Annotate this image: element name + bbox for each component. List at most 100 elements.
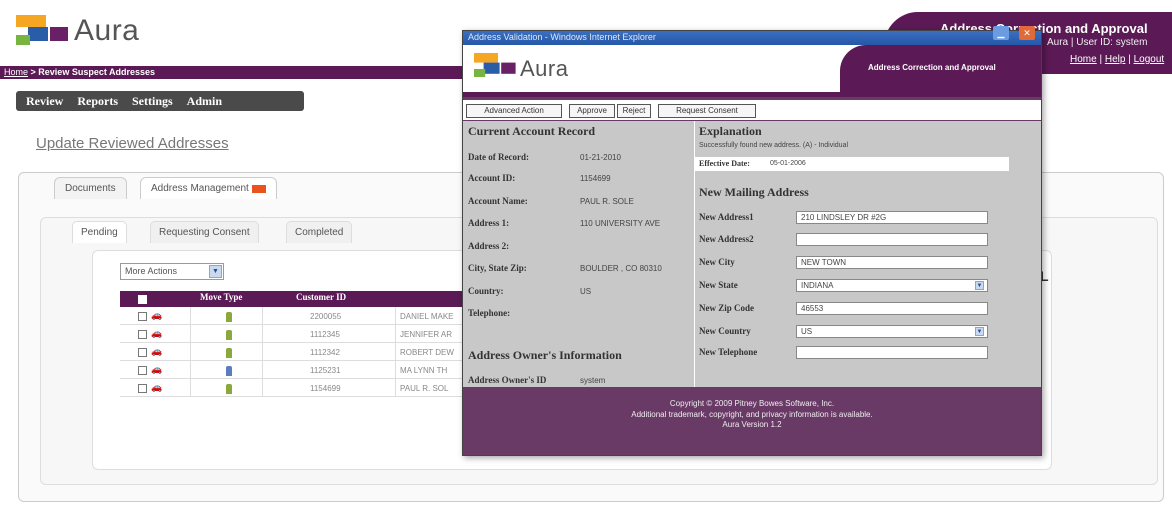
new-badge-icon bbox=[251, 184, 266, 193]
new-field-input[interactable] bbox=[796, 346, 988, 359]
col-customer-id: Customer ID bbox=[296, 292, 347, 302]
select-all-checkbox[interactable] bbox=[138, 295, 147, 304]
footer-line: Copyright © 2009 Pitney Bowes Software, … bbox=[669, 399, 835, 408]
current-field-value: 110 UNIVERSITY AVE bbox=[580, 219, 661, 228]
logo-text: Aura bbox=[74, 14, 140, 47]
logout-link[interactable]: Logout bbox=[1134, 54, 1165, 65]
document-icon bbox=[226, 366, 232, 376]
approve-button[interactable]: Approve bbox=[569, 104, 615, 118]
advanced-action-button[interactable]: Advanced Action bbox=[466, 104, 562, 118]
grid-header bbox=[120, 291, 468, 307]
customer-id-cell: 2200055 bbox=[310, 312, 342, 321]
new-field-input[interactable] bbox=[796, 233, 988, 246]
person-icon bbox=[226, 312, 232, 322]
new-field-label: New Address1 bbox=[699, 212, 754, 222]
page-title: Update Reviewed Addresses bbox=[36, 135, 229, 152]
car-icon: 🚗 bbox=[151, 382, 163, 392]
new-field-select[interactable]: US bbox=[796, 325, 988, 338]
nav-reports[interactable]: Reports bbox=[77, 94, 118, 109]
new-field-input[interactable]: 46553 bbox=[796, 302, 988, 315]
tab-documents[interactable]: Documents bbox=[54, 177, 127, 199]
owner-id-label: Address Owner's ID bbox=[468, 375, 547, 385]
new-field-label: New Telephone bbox=[699, 347, 758, 357]
chevron-down-icon: ▼ bbox=[209, 265, 222, 278]
footer-line: Additional trademark, copyright, and pri… bbox=[631, 410, 873, 419]
chevron-down-icon: ▼ bbox=[975, 327, 984, 336]
customer-id-cell: 1154699 bbox=[310, 384, 341, 393]
user-info: Aura | User ID: system bbox=[1047, 37, 1148, 48]
footer-line: Aura Version 1.2 bbox=[722, 420, 782, 429]
subtab-pending[interactable]: Pending bbox=[72, 221, 127, 243]
popup-aura-logo: Aura bbox=[474, 53, 568, 85]
car-icon: 🚗 bbox=[151, 364, 163, 374]
subtab-requesting-consent[interactable]: Requesting Consent bbox=[150, 221, 259, 243]
current-field-value: BOULDER , CO 80310 bbox=[580, 264, 662, 273]
effective-date-value: 05-01-2006 bbox=[770, 160, 806, 167]
tab-address-management[interactable]: Address Management bbox=[140, 177, 277, 199]
explanation-title: Explanation bbox=[699, 124, 762, 138]
new-field-label: New State bbox=[699, 280, 738, 290]
nav-review[interactable]: Review bbox=[26, 94, 63, 109]
row-checkbox[interactable] bbox=[138, 312, 147, 321]
new-field-label: New City bbox=[699, 257, 735, 267]
current-field-label: Country: bbox=[468, 286, 504, 296]
current-field-label: Telephone: bbox=[468, 308, 511, 318]
customer-name-cell: DANIEL MAKE bbox=[400, 312, 454, 321]
nav-settings[interactable]: Settings bbox=[132, 94, 173, 109]
column-divider bbox=[190, 307, 191, 397]
column-divider bbox=[395, 307, 396, 397]
new-field-label: New Address2 bbox=[699, 234, 754, 244]
subtab-requesting-consent-label: Requesting Consent bbox=[159, 227, 250, 238]
more-actions-label: More Actions bbox=[125, 266, 178, 276]
new-address-title: New Mailing Address bbox=[699, 185, 809, 199]
column-divider bbox=[262, 307, 263, 397]
minimize-icon[interactable]: ▁ bbox=[993, 26, 1009, 40]
more-actions-select[interactable]: More Actions ▼ bbox=[120, 263, 224, 280]
car-icon: 🚗 bbox=[151, 310, 163, 320]
current-field-value: 01-21-2010 bbox=[580, 153, 621, 162]
new-field-select[interactable]: INDIANA bbox=[796, 279, 988, 292]
person-icon bbox=[226, 348, 232, 358]
owner-id-value: system bbox=[580, 376, 606, 385]
main-nav: Review Reports Settings Admin bbox=[16, 91, 304, 111]
breadcrumb-current: Review Suspect Addresses bbox=[38, 67, 156, 77]
new-field-input[interactable]: NEW TOWN bbox=[796, 256, 988, 269]
current-field-value: PAUL R. SOLE bbox=[580, 197, 634, 206]
car-icon: 🚗 bbox=[151, 346, 163, 356]
subtab-completed[interactable]: Completed bbox=[286, 221, 353, 243]
breadcrumb-home-link[interactable]: Home bbox=[4, 67, 28, 77]
row-checkbox[interactable] bbox=[138, 384, 147, 393]
help-link[interactable]: Help bbox=[1105, 54, 1126, 65]
aura-logo-icon bbox=[16, 15, 70, 47]
new-field-input[interactable]: 210 LINDSLEY DR #2G bbox=[796, 211, 988, 224]
customer-id-cell: 1112342 bbox=[310, 348, 340, 357]
nav-admin[interactable]: Admin bbox=[187, 94, 222, 109]
breadcrumb: Home > Review Suspect Addresses bbox=[4, 67, 156, 77]
popup-banner-title: Address Correction and Approval bbox=[868, 63, 996, 72]
chevron-down-icon: ▼ bbox=[975, 281, 984, 290]
person-icon bbox=[226, 330, 232, 340]
tab-documents-label: Documents bbox=[65, 183, 116, 194]
reject-button[interactable]: Reject bbox=[617, 104, 651, 118]
header-links: Home | Help | Logout bbox=[1070, 54, 1165, 65]
aura-logo-icon bbox=[474, 53, 517, 79]
row-checkbox[interactable] bbox=[138, 366, 147, 375]
current-field-label: Date of Record: bbox=[468, 152, 529, 162]
car-icon: 🚗 bbox=[151, 328, 163, 338]
effective-date-label: Effective Date: bbox=[699, 159, 750, 168]
row-checkbox[interactable] bbox=[138, 330, 147, 339]
current-field-value: 1154699 bbox=[580, 174, 611, 183]
request-consent-button[interactable]: Request Consent bbox=[658, 104, 756, 118]
new-field-label: New Country bbox=[699, 326, 751, 336]
home-link[interactable]: Home bbox=[1070, 54, 1097, 65]
customer-name-cell: MA LYNN TH bbox=[400, 366, 448, 375]
current-field-label: Address 2: bbox=[468, 241, 510, 251]
aura-logo: Aura bbox=[16, 14, 139, 48]
customer-id-cell: 1112345 bbox=[310, 330, 340, 339]
subtab-completed-label: Completed bbox=[295, 227, 344, 238]
close-icon[interactable]: ✕ bbox=[1019, 26, 1035, 40]
person-icon bbox=[226, 384, 232, 394]
owner-info-title: Address Owner's Information bbox=[468, 348, 622, 362]
col-move-type: Move Type bbox=[200, 292, 243, 302]
row-checkbox[interactable] bbox=[138, 348, 147, 357]
